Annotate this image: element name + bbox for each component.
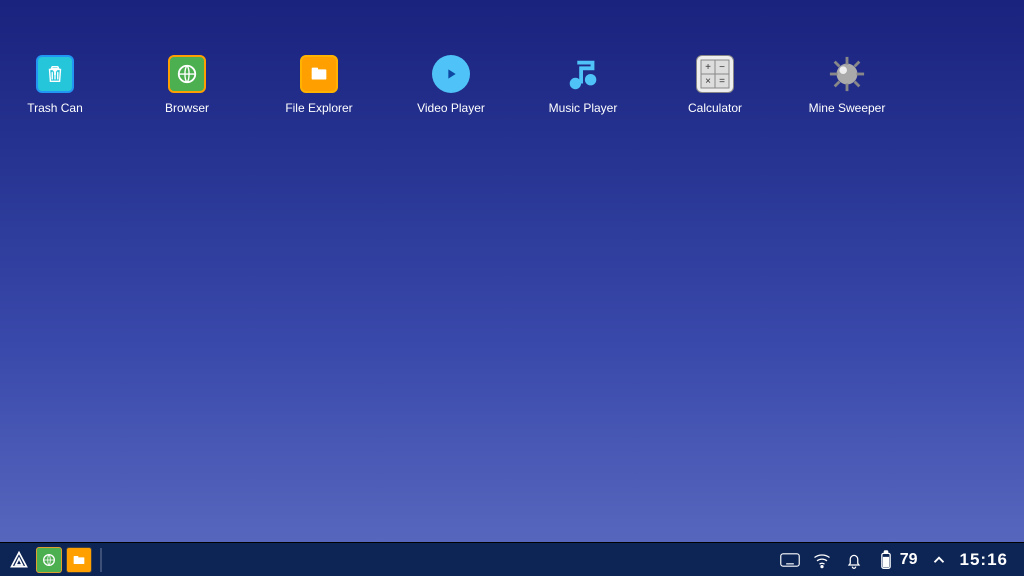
svg-text:×: × bbox=[705, 76, 711, 87]
desktop-icon-label: Trash Can bbox=[27, 101, 83, 115]
desktop-icon-browser[interactable]: Browser bbox=[152, 55, 222, 115]
notifications-icon[interactable] bbox=[844, 550, 864, 570]
clock[interactable]: 15:16 bbox=[960, 550, 1008, 570]
tray-expand-icon[interactable] bbox=[930, 551, 948, 569]
svg-text:+: + bbox=[705, 62, 711, 73]
desktop-icon-trash-can[interactable]: Trash Can bbox=[20, 55, 90, 115]
taskbar-pinned-browser[interactable] bbox=[36, 547, 62, 573]
music-player-icon bbox=[564, 55, 602, 93]
desktop-icon-mine-sweeper[interactable]: Mine Sweeper bbox=[812, 55, 882, 115]
browser-icon bbox=[168, 55, 206, 93]
desktop: Trash Can Browser File Explorer Video Pl… bbox=[0, 0, 1024, 542]
calculator-icon: +−× = bbox=[696, 55, 734, 93]
svg-text:=: = bbox=[719, 76, 725, 87]
desktop-icon-file-explorer[interactable]: File Explorer bbox=[284, 55, 354, 115]
desktop-icon-label: File Explorer bbox=[285, 101, 352, 115]
desktop-icon-label: Browser bbox=[165, 101, 209, 115]
desktop-icon-music-player[interactable]: Music Player bbox=[548, 55, 618, 115]
file-explorer-icon bbox=[300, 55, 338, 93]
battery-level-text: 79 bbox=[900, 551, 918, 569]
svg-text:−: − bbox=[719, 62, 725, 73]
battery-indicator[interactable]: 79 bbox=[876, 550, 918, 570]
desktop-icon-label: Music Player bbox=[549, 101, 618, 115]
keyboard-icon[interactable] bbox=[780, 550, 800, 570]
desktop-icon-label: Calculator bbox=[688, 101, 742, 115]
desktop-icon-label: Video Player bbox=[417, 101, 485, 115]
taskbar-separator bbox=[100, 548, 102, 572]
taskbar-pinned-file-explorer[interactable] bbox=[66, 547, 92, 573]
start-button[interactable] bbox=[6, 547, 32, 573]
video-player-icon bbox=[432, 55, 470, 93]
taskbar: 79 15:16 bbox=[0, 542, 1024, 576]
trash-can-icon bbox=[36, 55, 74, 93]
taskbar-left bbox=[6, 547, 106, 573]
desktop-icon-calculator[interactable]: +−× = Calculator bbox=[680, 55, 750, 115]
desktop-icon-video-player[interactable]: Video Player bbox=[416, 55, 486, 115]
mine-sweeper-icon bbox=[828, 55, 866, 93]
wifi-icon[interactable] bbox=[812, 550, 832, 570]
desktop-icon-label: Mine Sweeper bbox=[809, 101, 886, 115]
taskbar-tray: 79 15:16 bbox=[780, 550, 1018, 570]
